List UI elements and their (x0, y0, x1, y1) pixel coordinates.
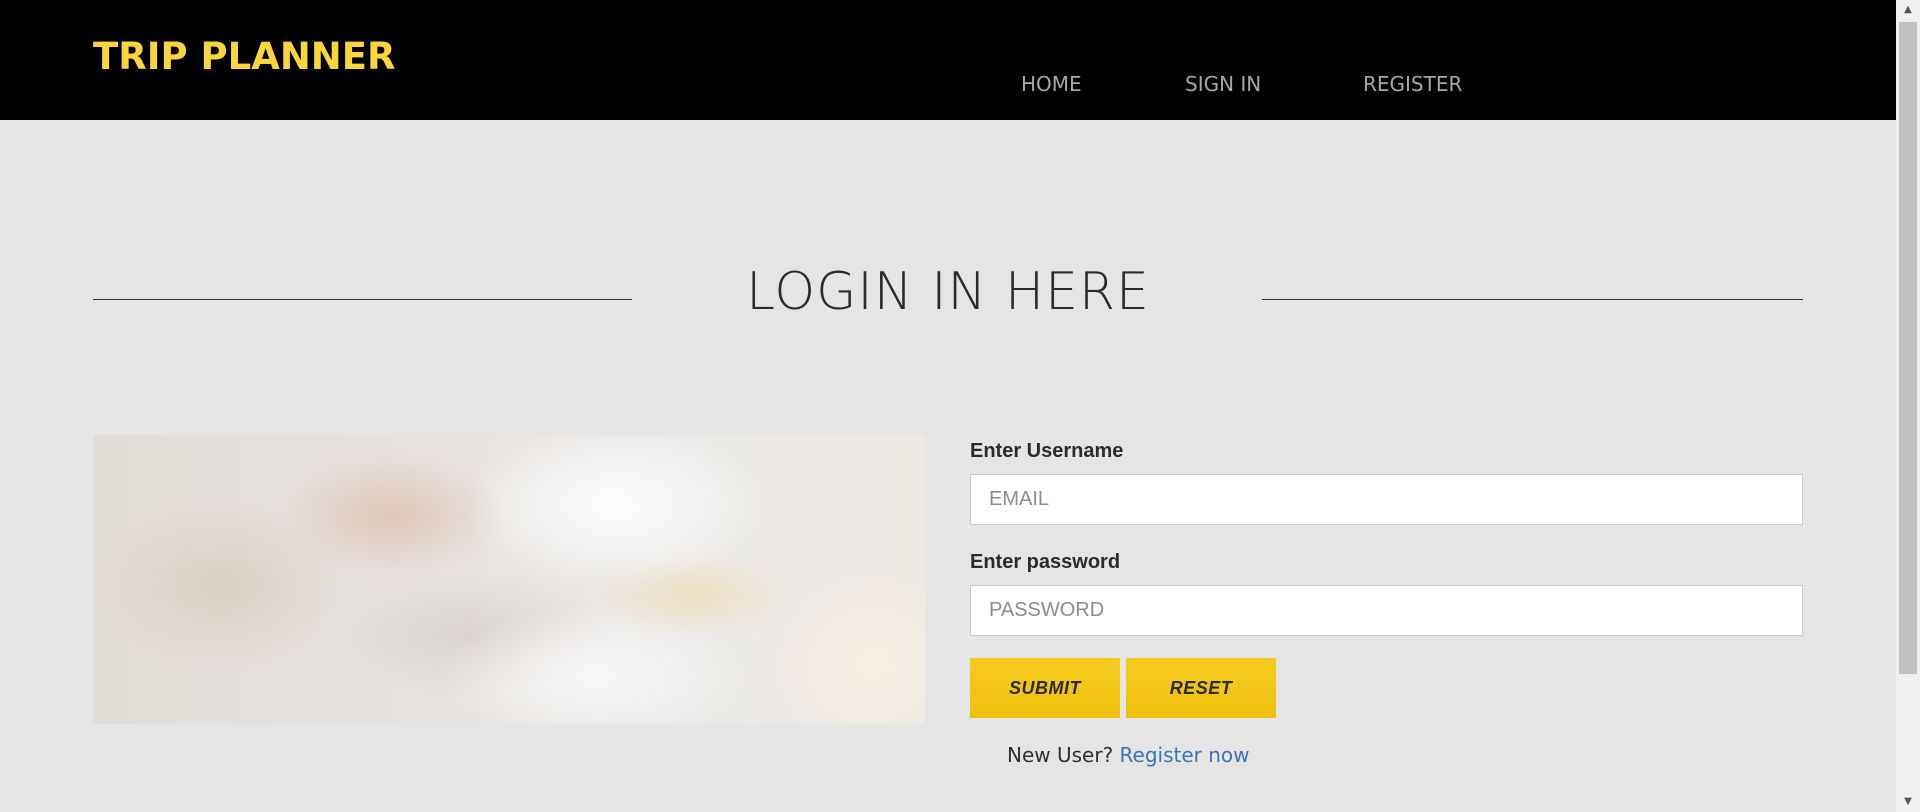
password-input[interactable] (970, 585, 1803, 636)
new-user-prompt: New User? Register now (1007, 743, 1250, 767)
register-now-link[interactable]: Register now (1120, 743, 1250, 767)
brand-logo[interactable]: TRIP PLANNER (93, 35, 396, 78)
scrollbar-thumb[interactable] (1899, 22, 1917, 674)
scroll-up-arrow-icon[interactable]: ▲ (1896, 0, 1920, 20)
top-navbar: TRIP PLANNER HOME SIGN IN REGISTER (0, 0, 1896, 120)
blurred-hero-image (93, 435, 925, 724)
reset-button[interactable]: RESET (1126, 658, 1276, 718)
page-title: LOGIN IN HERE (746, 262, 1150, 322)
vertical-scrollbar[interactable]: ▲ ▼ (1896, 0, 1920, 812)
scroll-down-arrow-icon[interactable]: ▼ (1896, 792, 1920, 812)
password-label: Enter password (970, 551, 1121, 573)
username-email-input[interactable] (970, 474, 1803, 525)
submit-button[interactable]: SUBMIT (970, 658, 1120, 718)
nav-register-link[interactable]: REGISTER (1363, 72, 1462, 96)
nav-home-link[interactable]: HOME (1021, 72, 1082, 96)
nav-sign-in-link[interactable]: SIGN IN (1185, 72, 1261, 96)
title-divider-right (1262, 299, 1803, 300)
new-user-text: New User? (1007, 743, 1114, 767)
login-title-row: LOGIN IN HERE (93, 262, 1803, 338)
username-label: Enter Username (970, 440, 1124, 462)
page: TRIP PLANNER HOME SIGN IN REGISTER LOGIN… (0, 0, 1896, 812)
